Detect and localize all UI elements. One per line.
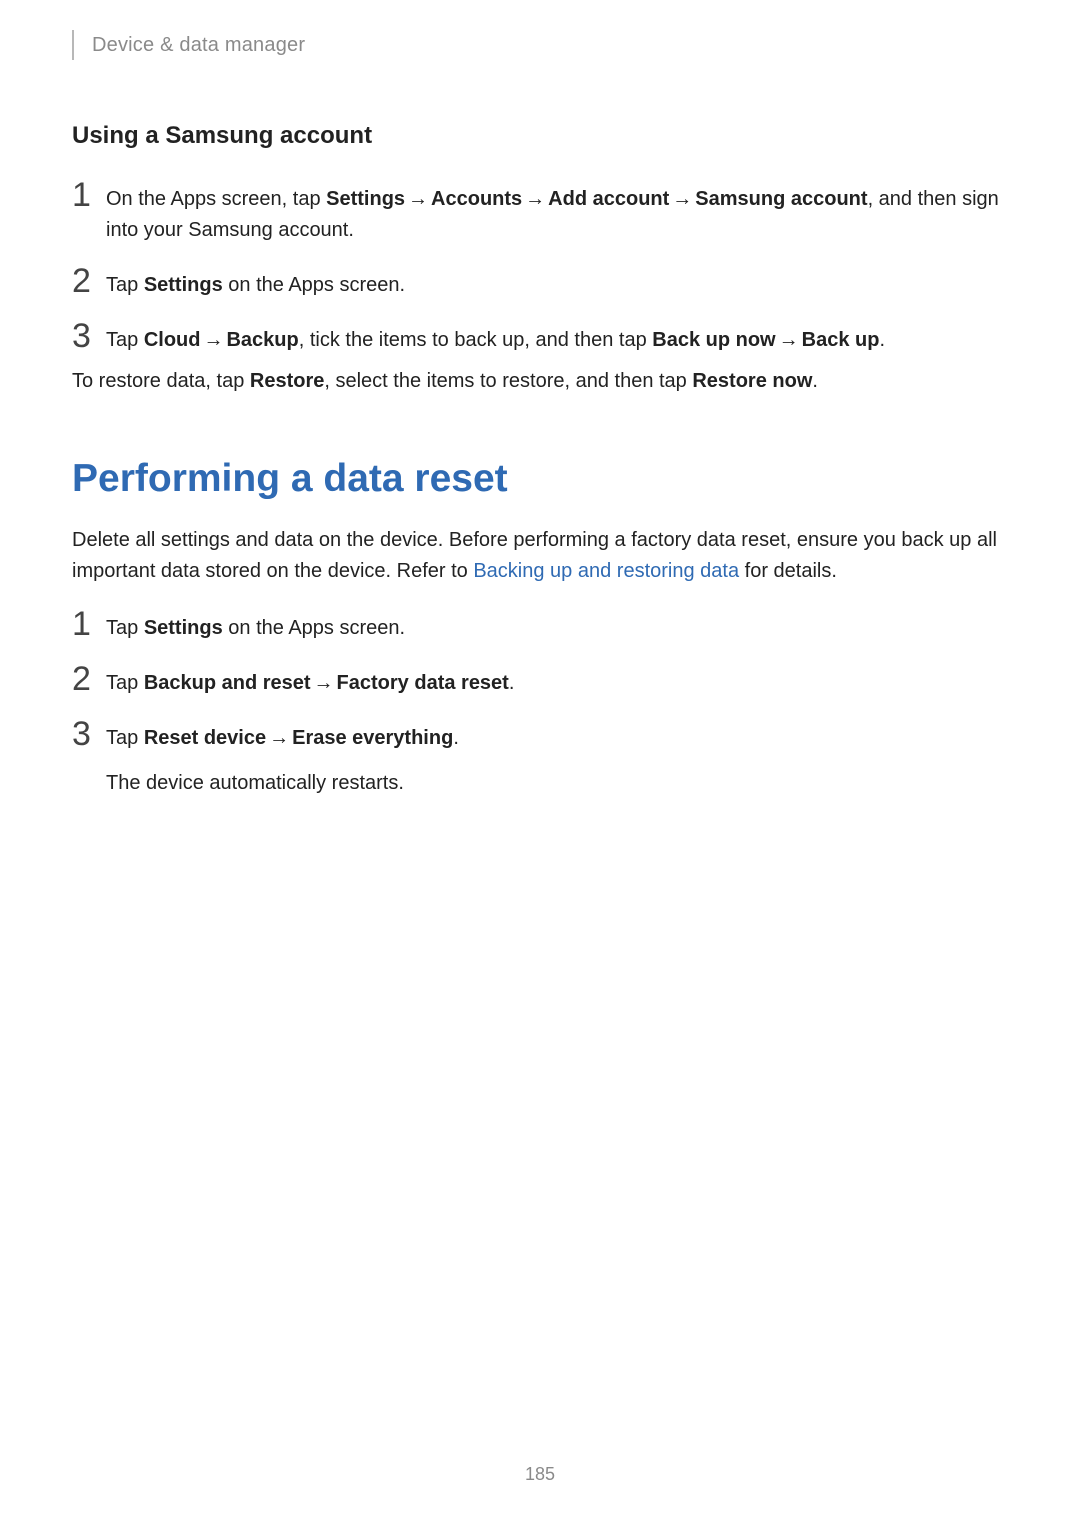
arrow-icon: →: [200, 329, 226, 351]
text: .: [879, 329, 885, 351]
bold-settings: Settings: [326, 188, 405, 210]
text: Tap: [106, 672, 144, 694]
text: On the Apps screen, tap: [106, 188, 326, 210]
text: Tap: [106, 617, 144, 639]
arrow-icon: →: [669, 188, 695, 210]
text: Tap: [106, 274, 144, 296]
text: , tick the items to back up, and then ta…: [299, 329, 653, 351]
arrow-icon: →: [311, 672, 337, 694]
text: The device automatically restarts.: [106, 772, 404, 794]
text: Tap: [106, 727, 144, 749]
step-body: Tap Settings on the Apps screen.: [106, 264, 405, 301]
step-body: Tap Settings on the Apps screen.: [106, 607, 405, 644]
section-title-data-reset: Performing a data reset: [72, 457, 1008, 501]
text: for details.: [739, 560, 837, 582]
step-number: 3: [72, 717, 106, 751]
arrow-icon: →: [266, 727, 292, 749]
bold-back-up-now: Back up now: [652, 329, 775, 351]
bold-accounts: Accounts: [431, 188, 522, 210]
page-number: 185: [0, 1464, 1080, 1485]
intro-paragraph: Delete all settings and data on the devi…: [72, 525, 1008, 587]
reset-step-1: 1 Tap Settings on the Apps screen.: [72, 607, 1008, 644]
step-body: Tap Reset device→Erase everything. The d…: [106, 717, 459, 799]
bold-settings: Settings: [144, 274, 223, 296]
arrow-icon: →: [405, 188, 431, 210]
chapter-header: Device & data manager: [72, 30, 1008, 60]
restore-paragraph: To restore data, tap Restore, select the…: [72, 366, 1008, 397]
bold-backup-reset: Backup and reset: [144, 672, 311, 694]
bold-erase-everything: Erase everything: [292, 727, 453, 749]
text: Tap: [106, 329, 144, 351]
link-backing-up[interactable]: Backing up and restoring data: [473, 560, 739, 582]
text: .: [509, 672, 515, 694]
step-number: 3: [72, 319, 106, 353]
bold-factory-reset: Factory data reset: [337, 672, 509, 694]
step-body: Tap Backup and reset→Factory data reset.: [106, 662, 514, 699]
text: To restore data, tap: [72, 370, 250, 392]
step-2: 2 Tap Settings on the Apps screen.: [72, 264, 1008, 301]
bold-backup: Backup: [226, 329, 298, 351]
text: on the Apps screen.: [223, 274, 405, 296]
text: .: [453, 727, 459, 749]
bold-restore-now: Restore now: [692, 370, 812, 392]
step-body: Tap Cloud→Backup, tick the items to back…: [106, 319, 885, 356]
text: , select the items to restore, and then …: [324, 370, 692, 392]
chapter-title: Device & data manager: [92, 34, 305, 57]
arrow-icon: →: [776, 329, 802, 351]
step-number: 1: [72, 178, 106, 212]
bold-samsung-account: Samsung account: [695, 188, 867, 210]
reset-step-3: 3 Tap Reset device→Erase everything. The…: [72, 717, 1008, 799]
bold-cloud: Cloud: [144, 329, 201, 351]
bold-back-up: Back up: [802, 329, 880, 351]
subheading-samsung-account: Using a Samsung account: [72, 122, 1008, 150]
bold-add-account: Add account: [548, 188, 669, 210]
text: .: [812, 370, 818, 392]
step-number: 2: [72, 662, 106, 696]
step-1: 1 On the Apps screen, tap Settings→Accou…: [72, 178, 1008, 246]
step-body: On the Apps screen, tap Settings→Account…: [106, 178, 1008, 246]
bold-settings: Settings: [144, 617, 223, 639]
page-content: Device & data manager Using a Samsung ac…: [0, 0, 1080, 799]
step-3: 3 Tap Cloud→Backup, tick the items to ba…: [72, 319, 1008, 356]
arrow-icon: →: [522, 188, 548, 210]
step-number: 2: [72, 264, 106, 298]
bold-restore: Restore: [250, 370, 324, 392]
text: on the Apps screen.: [223, 617, 405, 639]
step-number: 1: [72, 607, 106, 641]
chapter-bar-icon: [72, 30, 74, 60]
bold-reset-device: Reset device: [144, 727, 266, 749]
reset-step-2: 2 Tap Backup and reset→Factory data rese…: [72, 662, 1008, 699]
